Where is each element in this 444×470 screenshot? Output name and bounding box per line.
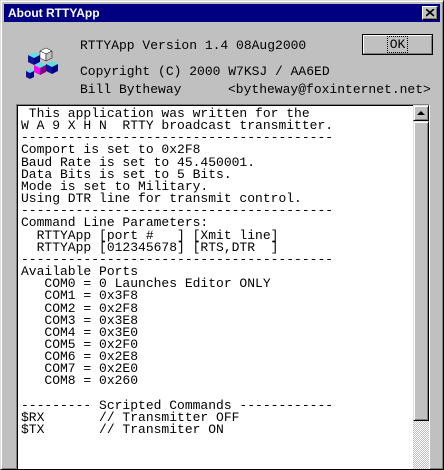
- arrow-up-icon: [417, 111, 425, 115]
- app-cubes-icon: [26, 47, 58, 79]
- author-name: Bill Bytheway: [80, 82, 182, 97]
- author-email: <bytheway@foxinternet.net>: [228, 82, 431, 97]
- info-text-area[interactable]: This application was written for the W A …: [16, 104, 430, 469]
- vertical-scrollbar[interactable]: [413, 105, 429, 469]
- scroll-thumb[interactable]: [413, 121, 429, 421]
- scroll-up-button[interactable]: [413, 105, 429, 121]
- ok-button-label: OK: [386, 36, 409, 53]
- text-line: COM8 = 0x260: [21, 373, 139, 389]
- ok-button[interactable]: OK: [362, 34, 433, 55]
- window-title: About RTTYApp: [8, 6, 100, 20]
- info-text-content: This application was written for the W A …: [21, 107, 413, 438]
- title-bar[interactable]: About RTTYApp: [4, 4, 440, 22]
- close-button[interactable]: [422, 6, 438, 20]
- text-line: $TX // Transmiter ON: [21, 422, 224, 438]
- about-dialog: About RTTYApp RTTYApp Version 1.4 08Aug2…: [0, 0, 444, 470]
- close-icon: [426, 9, 435, 17]
- copyright-text: Copyright (C) 2000 W7KSJ / AA6ED: [80, 64, 330, 79]
- version-text: RTTYApp Version 1.4 08Aug2000: [80, 38, 307, 53]
